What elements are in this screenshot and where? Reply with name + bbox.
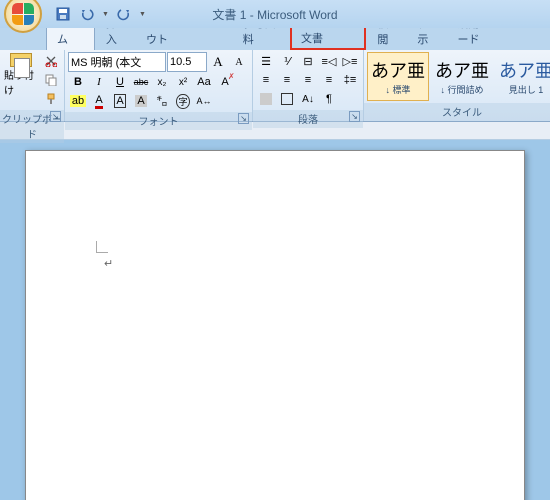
align-left-button[interactable]: ≡ bbox=[256, 71, 276, 89]
paste-icon bbox=[10, 53, 32, 67]
numbering-button[interactable]: ⅟ bbox=[277, 52, 297, 70]
font-launcher[interactable]: ↘ bbox=[238, 113, 249, 124]
subscript-button[interactable]: x₂ bbox=[152, 73, 172, 91]
underline-button[interactable]: U bbox=[110, 73, 130, 91]
align-right-button[interactable]: ≡ bbox=[298, 71, 318, 89]
undo-icon bbox=[80, 7, 94, 21]
styles-group-label: スタイル bbox=[442, 108, 482, 119]
enclose-button[interactable]: 字 bbox=[173, 92, 193, 110]
indent-inc-button[interactable]: ▷≡ bbox=[340, 52, 360, 70]
qat-save[interactable] bbox=[54, 5, 72, 23]
cut-icon bbox=[45, 55, 57, 67]
style-name: 見出し 1 bbox=[509, 83, 544, 96]
italic-button[interactable]: I bbox=[89, 73, 109, 91]
shading-button[interactable] bbox=[256, 90, 276, 108]
bold-button[interactable]: B bbox=[68, 73, 88, 91]
char-border-button[interactable]: A bbox=[110, 92, 130, 110]
align-center-button[interactable]: ≡ bbox=[277, 71, 297, 89]
qat-undo[interactable] bbox=[78, 5, 96, 23]
clipboard-launcher[interactable]: ↘ bbox=[50, 111, 61, 122]
style-nospacing[interactable]: あア亜 ↓ 行間詰め bbox=[431, 52, 493, 101]
clear-format-button[interactable]: A✗ bbox=[215, 73, 235, 91]
borders-button[interactable] bbox=[277, 90, 297, 108]
cut-button[interactable] bbox=[41, 52, 61, 70]
style-normal[interactable]: あア亜 ↓ 標準 bbox=[367, 52, 429, 101]
paragraph-mark: ↵ bbox=[104, 257, 113, 270]
style-sample: あア亜 bbox=[371, 57, 425, 83]
ribbon-tabs: ホーム 挿入 ページ レイアウト 参考資料 差し込み文書 校閲 表示 活用しよう… bbox=[0, 28, 550, 50]
office-logo-icon bbox=[12, 3, 34, 25]
font-name-select[interactable] bbox=[68, 52, 166, 72]
change-case-button[interactable]: Aa bbox=[194, 73, 214, 91]
qat-redo[interactable] bbox=[115, 5, 133, 23]
font-group-label: フォント bbox=[139, 117, 179, 128]
bullets-button[interactable]: ☰ bbox=[256, 52, 276, 70]
font-size-select[interactable] bbox=[167, 52, 207, 72]
margin-marker-icon bbox=[96, 241, 108, 253]
char-scale-button[interactable]: A↔ bbox=[194, 92, 214, 110]
show-marks-button[interactable]: ¶ bbox=[319, 90, 339, 108]
sort-button[interactable]: A↓ bbox=[298, 90, 318, 108]
grow-font-button[interactable]: A bbox=[208, 53, 228, 71]
strike-button[interactable]: abc bbox=[131, 73, 151, 91]
style-name: ↓ 行間詰め bbox=[440, 83, 483, 96]
page[interactable]: ↵ bbox=[25, 150, 525, 500]
style-heading1[interactable]: あア亜 見出し 1 bbox=[495, 52, 550, 101]
font-color-button[interactable]: A bbox=[89, 92, 109, 110]
para-launcher[interactable]: ↘ bbox=[349, 111, 360, 122]
indent-dec-button[interactable]: ≡◁ bbox=[319, 52, 339, 70]
qat-customize-icon[interactable]: ▼ bbox=[139, 11, 146, 18]
align-justify-button[interactable]: ≡ bbox=[319, 71, 339, 89]
style-sample: あア亜 bbox=[435, 57, 489, 83]
paste-button[interactable]: 貼り付け bbox=[3, 52, 39, 98]
style-name: ↓ 標準 bbox=[385, 83, 410, 96]
style-sample: あア亜 bbox=[499, 57, 550, 83]
document-area: ↵ bbox=[0, 140, 550, 500]
undo-dropdown-icon[interactable]: ▼ bbox=[102, 11, 109, 18]
ruby-button[interactable]: ㌔ bbox=[152, 92, 172, 110]
char-shade-button[interactable]: A bbox=[131, 92, 151, 110]
line-spacing-button[interactable]: ‡≡ bbox=[340, 71, 360, 89]
redo-icon bbox=[117, 7, 131, 21]
save-icon bbox=[56, 7, 70, 21]
window-title: 文書 1 - Microsoft Word bbox=[212, 6, 337, 23]
brush-icon bbox=[45, 93, 57, 105]
shrink-font-button[interactable]: A bbox=[229, 53, 249, 71]
para-group-label: 段落 bbox=[298, 115, 318, 126]
highlight-button[interactable]: ab bbox=[68, 92, 88, 110]
superscript-button[interactable]: x² bbox=[173, 73, 193, 91]
formatpainter-button[interactable] bbox=[41, 90, 61, 108]
copy-icon bbox=[45, 74, 57, 86]
multilevel-button[interactable]: ⊟ bbox=[298, 52, 318, 70]
copy-button[interactable] bbox=[41, 71, 61, 89]
